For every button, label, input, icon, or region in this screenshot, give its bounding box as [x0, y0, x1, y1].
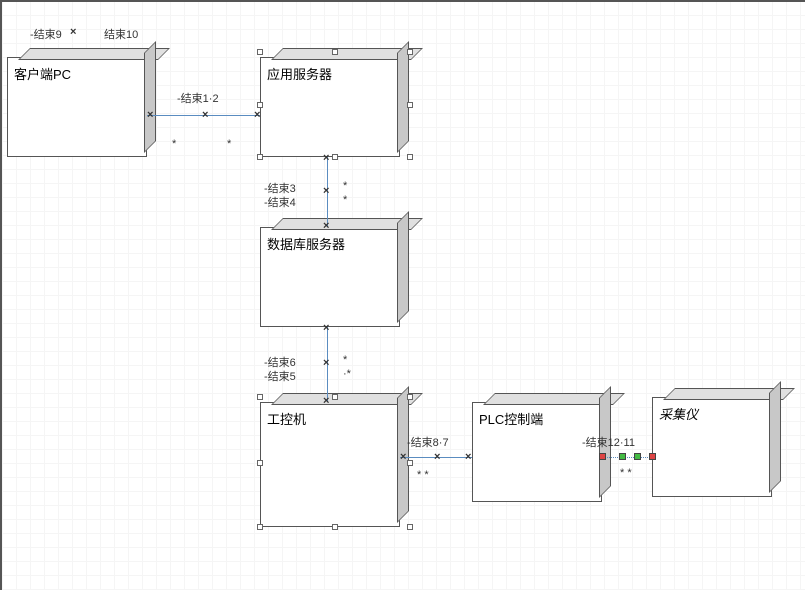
label-end1112: -结束12·11	[582, 434, 635, 450]
node-ipc[interactable]: 工控机	[260, 402, 400, 527]
node-title: 客户端PC	[14, 64, 71, 83]
node-title: 数据库服务器	[267, 234, 345, 253]
handle-x: ×	[323, 220, 329, 232]
endpoint-dot	[619, 453, 626, 460]
endpoint-dot	[649, 453, 656, 460]
label-mult: *	[343, 354, 347, 366]
label-end5: -结束5	[264, 368, 296, 384]
handle-x: ×	[254, 109, 260, 121]
handle-x: ×	[465, 451, 471, 463]
node-title: 应用服务器	[267, 64, 332, 83]
node-title: PLC控制端	[479, 409, 543, 428]
handle-x: ×	[323, 395, 329, 407]
diagram-canvas: 客户端PC -结束9 × 结束10 应用服务器 × × × -结束1·2 * *…	[0, 0, 805, 590]
selection-handle[interactable]	[257, 524, 263, 530]
selection-handle[interactable]	[257, 49, 263, 55]
selection-handle[interactable]	[407, 154, 413, 160]
selection-handle[interactable]	[257, 394, 263, 400]
label-mult: *	[343, 194, 347, 206]
label-mult: *	[172, 138, 176, 150]
handle-x: ×	[147, 109, 153, 121]
node-title: 工控机	[267, 409, 306, 428]
label-end9: -结束9	[30, 26, 62, 42]
selection-handle[interactable]	[332, 394, 338, 400]
selection-handle[interactable]	[407, 102, 413, 108]
selection-handle[interactable]	[332, 524, 338, 530]
node-app-server[interactable]: 应用服务器	[260, 57, 400, 157]
node-collector[interactable]: 采集仪	[652, 397, 772, 497]
label-mult: *	[343, 180, 347, 192]
handle-x: ×	[400, 451, 406, 463]
node-title: 采集仪	[659, 404, 698, 423]
label-end10: 结束10	[104, 26, 138, 42]
label-mult: *	[227, 138, 231, 150]
handle-x: ×	[323, 152, 329, 164]
selection-handle[interactable]	[407, 49, 413, 55]
handle-x: ×	[434, 451, 440, 463]
label-mult: * *	[620, 467, 632, 479]
selection-handle[interactable]	[257, 154, 263, 160]
selection-handle[interactable]	[332, 49, 338, 55]
node-db-server[interactable]: 数据库服务器	[260, 227, 400, 327]
connector[interactable]	[602, 457, 652, 458]
selection-handle[interactable]	[257, 102, 263, 108]
selection-handle[interactable]	[332, 154, 338, 160]
selection-handle[interactable]	[407, 394, 413, 400]
node-plc[interactable]: PLC控制端	[472, 402, 602, 502]
handle-x: ×	[202, 109, 208, 121]
endpoint-dot	[634, 453, 641, 460]
handle-x: ×	[70, 26, 76, 38]
handle-x: ×	[323, 357, 329, 369]
node-client-pc[interactable]: 客户端PC	[7, 57, 147, 157]
selection-handle[interactable]	[407, 524, 413, 530]
label-mult: ·*	[343, 368, 351, 380]
handle-x: ×	[323, 322, 329, 334]
label-mult: * *	[417, 469, 429, 481]
label-end78: -结束8·7	[407, 434, 449, 450]
selection-handle[interactable]	[257, 460, 263, 466]
endpoint-dot	[599, 453, 606, 460]
handle-x: ×	[323, 185, 329, 197]
selection-handle[interactable]	[407, 460, 413, 466]
label-end12: -结束1·2	[177, 90, 219, 106]
label-end4: -结束4	[264, 194, 296, 210]
